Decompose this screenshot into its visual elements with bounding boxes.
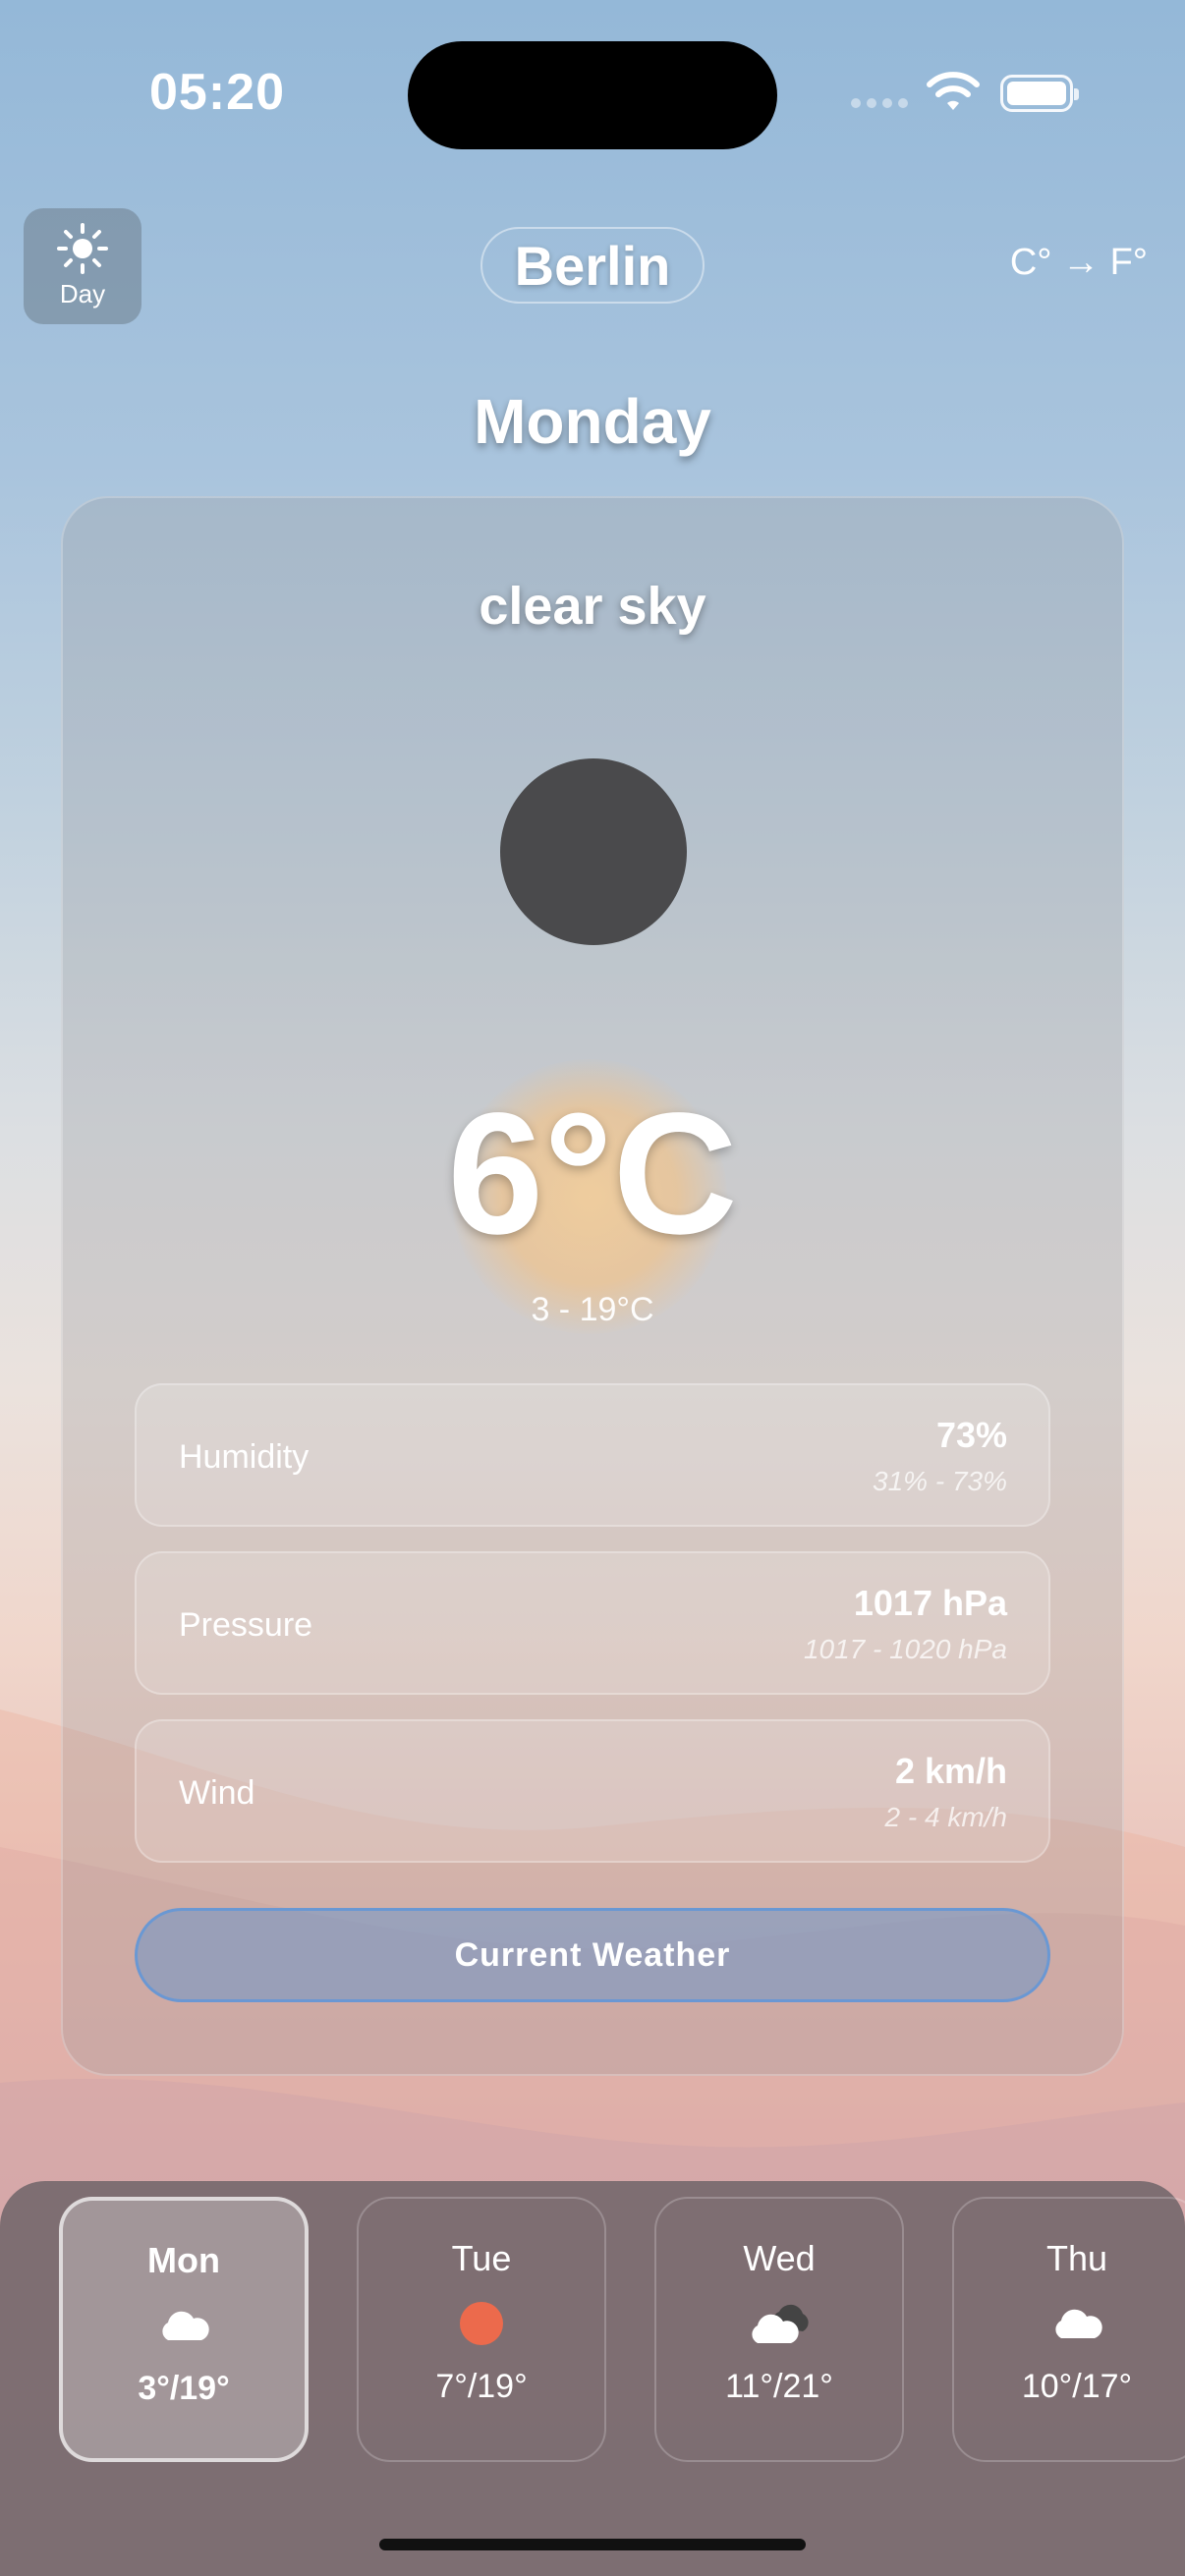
- selected-day-title: Monday: [474, 386, 711, 457]
- temperature-range: 3 - 19°C: [531, 1291, 654, 1328]
- stat-value: 73%: [935, 1415, 1007, 1455]
- forecast-day-thu[interactable]: Thu 10°/17°: [952, 2197, 1185, 2462]
- forecast-day-label: Tue: [451, 2238, 512, 2278]
- forecast-temps: 11°/21°: [725, 2368, 833, 2405]
- wind-row: Wind 2 km/h 2 - 4 km/h: [135, 1719, 1050, 1863]
- stat-label: Pressure: [179, 1606, 313, 1644]
- sun-icon: [459, 2299, 504, 2348]
- cloud-icon: [1049, 2299, 1104, 2348]
- forecast-day-tue[interactable]: Tue 7°/19°: [357, 2197, 606, 2462]
- sun-icon: [57, 223, 108, 274]
- day-mode-label: Day: [59, 279, 106, 308]
- weather-description: clear sky: [479, 577, 706, 636]
- stat-range: 2 - 4 km/h: [884, 1802, 1007, 1832]
- forecast-day-label: Thu: [1045, 2238, 1108, 2278]
- stat-label: Humidity: [179, 1438, 310, 1476]
- city-selector[interactable]: Berlin: [480, 227, 705, 304]
- stat-value: 1017 hPa: [853, 1583, 1007, 1623]
- stat-value: 2 km/h: [894, 1751, 1007, 1791]
- wifi-icon: [927, 72, 980, 110]
- forecast-temps: 3°/19°: [138, 2370, 230, 2407]
- dynamic-island: [408, 41, 777, 149]
- stat-range: 1017 - 1020 hPa: [803, 1634, 1007, 1664]
- stat-label: Wind: [179, 1774, 255, 1812]
- status-time: 05:20: [149, 64, 285, 121]
- humidity-row: Humidity 73% 31% - 73%: [135, 1383, 1050, 1527]
- forecast-day-mon[interactable]: Mon 3°/19°: [59, 2197, 309, 2462]
- current-weather-button[interactable]: Current Weather: [135, 1908, 1050, 2002]
- cloud-icon: [156, 2301, 211, 2350]
- forecast-temps: 10°/17°: [1021, 2368, 1133, 2405]
- moon-icon: [500, 758, 687, 945]
- home-indicator[interactable]: [379, 2539, 806, 2550]
- cellular-signal-icon: [851, 98, 908, 108]
- unit-toggle[interactable]: C° → F°: [1010, 242, 1148, 284]
- pressure-row: Pressure 1017 hPa 1017 - 1020 hPa: [135, 1551, 1050, 1695]
- forecast-temps: 7°/19°: [435, 2368, 528, 2405]
- battery-icon: [1000, 75, 1079, 112]
- forecast-day-label: Mon: [147, 2240, 220, 2280]
- stat-range: 31% - 73%: [873, 1466, 1007, 1496]
- day-mode-toggle[interactable]: Day: [24, 208, 141, 324]
- cloudy-icon: [748, 2299, 811, 2348]
- forecast-day-wed[interactable]: Wed 11°/21°: [654, 2197, 904, 2462]
- forecast-day-label: Wed: [743, 2238, 816, 2278]
- current-temperature: 6°C: [447, 1078, 738, 1270]
